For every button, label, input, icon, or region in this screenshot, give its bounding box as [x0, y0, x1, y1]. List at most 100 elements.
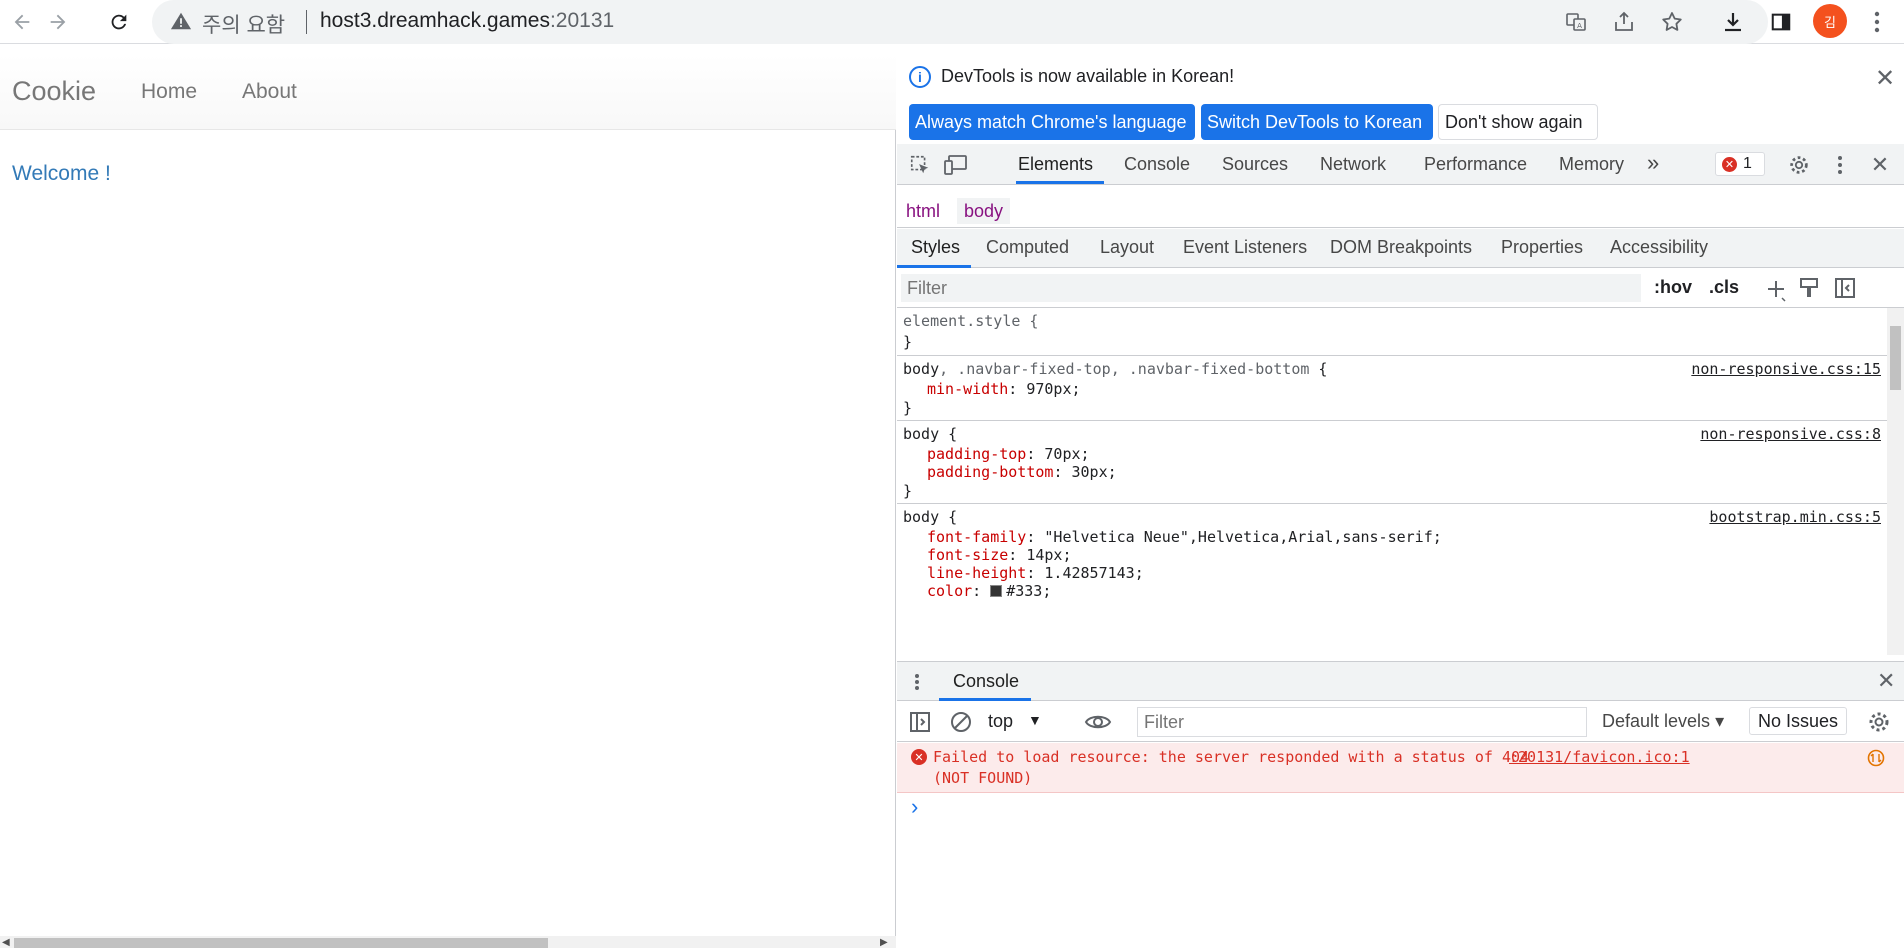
context-dropdown-icon[interactable]: ▼: [1028, 712, 1042, 728]
not-secure-warning-icon[interactable]: [170, 10, 192, 32]
style-rule-element-style[interactable]: element.style { }: [897, 308, 1887, 356]
browser-toolbar: 주의 요함 host3.dreamhack.games:20131 A 김: [0, 0, 1904, 44]
context-selector[interactable]: top: [988, 711, 1013, 732]
log-levels-dropdown[interactable]: Default levels ▾: [1602, 711, 1724, 732]
rule-close-brace: }: [903, 333, 913, 351]
share-icon[interactable]: [1612, 10, 1636, 34]
omnibox-separator: [306, 10, 307, 34]
back-button[interactable]: [6, 6, 38, 38]
style-rule[interactable]: body { bootstrap.min.css:5 font-family: …: [897, 504, 1887, 655]
style-rule[interactable]: body, .navbar-fixed-top, .navbar-fixed-b…: [897, 356, 1887, 421]
toggle-cls-button[interactable]: .cls: [1709, 277, 1739, 298]
scroll-left-icon[interactable]: ◀: [2, 937, 10, 948]
subtab-accessibility[interactable]: Accessibility: [1610, 237, 1708, 258]
css-declaration[interactable]: min-width: 970px;: [927, 380, 1081, 398]
close-drawer-icon[interactable]: ✕: [1877, 668, 1895, 694]
address-bar[interactable]: 주의 요함 host3.dreamhack.games:20131 A: [152, 0, 1768, 44]
inspect-icon: [910, 155, 929, 174]
horizontal-scrollbar[interactable]: ◀ ▶: [0, 936, 896, 948]
rule-selector: body, .navbar-fixed-top, .navbar-fixed-b…: [903, 360, 1328, 378]
breadcrumb-body[interactable]: body: [957, 198, 1011, 224]
reload-icon: [111, 14, 127, 30]
close-devtools-icon[interactable]: ✕: [1867, 152, 1893, 178]
dom-breadcrumb: html body: [897, 192, 1904, 228]
styles-vertical-scrollbar[interactable]: [1887, 308, 1904, 655]
dont-show-again-button[interactable]: Don't show again: [1438, 104, 1598, 140]
always-match-language-button[interactable]: Always match Chrome's language: [909, 104, 1195, 140]
side-panel-button[interactable]: [1767, 8, 1795, 36]
new-style-rule-icon[interactable]: [1764, 278, 1788, 302]
css-declaration[interactable]: color: #333;: [927, 582, 1051, 600]
back-arrow-icon: [14, 14, 30, 30]
drawer-menu-icon[interactable]: [914, 673, 920, 691]
devtools-settings-button[interactable]: [1786, 152, 1812, 178]
css-declaration[interactable]: font-size: 14px;: [927, 546, 1072, 564]
subtab-properties[interactable]: Properties: [1501, 237, 1583, 258]
chrome-menu-button[interactable]: [1863, 8, 1891, 36]
translate-icon[interactable]: A: [1564, 10, 1588, 34]
switch-to-korean-button[interactable]: Switch DevTools to Korean: [1201, 104, 1433, 140]
css-declaration[interactable]: padding-bottom: 30px;: [927, 463, 1117, 481]
paint-brush-icon[interactable]: [1799, 277, 1819, 299]
tab-console[interactable]: Console: [1124, 154, 1190, 175]
rule-source-link[interactable]: non-responsive.css:15: [1691, 360, 1881, 378]
clear-console-icon[interactable]: [949, 710, 973, 734]
live-expression-eye-icon[interactable]: [1084, 712, 1112, 732]
styles-filter-input[interactable]: [901, 274, 1641, 302]
css-declaration[interactable]: font-family: "Helvetica Neue",Helvetica,…: [927, 528, 1442, 546]
url-text[interactable]: host3.dreamhack.games:20131: [320, 9, 614, 33]
tab-sources[interactable]: Sources: [1222, 154, 1288, 175]
tab-network[interactable]: Network: [1320, 154, 1386, 175]
infobar-close-icon[interactable]: ✕: [1875, 64, 1895, 93]
scrollbar-thumb[interactable]: [14, 938, 548, 948]
css-declaration[interactable]: padding-top: 70px;: [927, 445, 1090, 463]
navbar-brand[interactable]: Cookie: [12, 76, 96, 107]
devtools-main-tabbar: Elements Console Sources Network Perform…: [897, 144, 1904, 185]
nav-link-about[interactable]: About: [242, 80, 297, 104]
forward-button[interactable]: [42, 6, 74, 38]
css-declaration[interactable]: line-height: 1.42857143;: [927, 564, 1144, 582]
error-icon: ✕: [1722, 156, 1737, 172]
device-toolbar-button[interactable]: [943, 152, 969, 178]
rule-source-link[interactable]: non-responsive.css:8: [1700, 425, 1881, 443]
show-sidebar-icon[interactable]: [909, 711, 931, 733]
toggle-hov-button[interactable]: :hov: [1654, 277, 1692, 298]
network-request-icon[interactable]: [1867, 749, 1885, 767]
style-rule[interactable]: body { non-responsive.css:8 padding-top:…: [897, 421, 1887, 504]
tab-performance[interactable]: Performance: [1424, 154, 1527, 175]
security-status-text[interactable]: 주의 요함: [202, 9, 285, 39]
console-prompt-icon[interactable]: ›: [911, 794, 918, 820]
error-icon: ✕: [911, 749, 927, 765]
downloads-button[interactable]: [1719, 8, 1747, 36]
subtab-computed[interactable]: Computed: [986, 237, 1069, 258]
console-settings-gear-icon[interactable]: [1867, 710, 1891, 734]
scrollbar-thumb[interactable]: [1890, 326, 1901, 390]
reload-button[interactable]: [103, 6, 135, 38]
drawer-tab-console[interactable]: Console: [953, 671, 1019, 692]
device-icon: [944, 155, 967, 175]
bookmark-star-icon[interactable]: [1660, 10, 1684, 34]
devtools-menu-button[interactable]: [1827, 152, 1853, 178]
tab-memory[interactable]: Memory: [1559, 154, 1624, 175]
error-count-badge[interactable]: ✕ 1: [1715, 152, 1765, 176]
tab-elements[interactable]: Elements: [1018, 154, 1093, 175]
rule-source-link[interactable]: bootstrap.min.css:5: [1709, 508, 1881, 526]
toggle-computed-sidebar-icon[interactable]: [1834, 277, 1856, 299]
drawer-active-tab-indicator: [939, 698, 1031, 701]
profile-avatar[interactable]: 김: [1813, 4, 1847, 38]
breadcrumb-html[interactable]: html: [899, 198, 947, 224]
console-filter-input[interactable]: [1137, 707, 1587, 737]
scroll-right-icon[interactable]: ▶: [880, 937, 888, 948]
nav-link-home[interactable]: Home: [141, 80, 197, 104]
more-tabs-icon[interactable]: »: [1647, 150, 1659, 176]
color-swatch-icon[interactable]: [990, 585, 1003, 597]
error-source-link[interactable]: :20131/favicon.ico:1: [1509, 748, 1690, 766]
inspect-element-button[interactable]: [907, 152, 933, 178]
subtab-dom-breakpoints[interactable]: DOM Breakpoints: [1330, 237, 1472, 258]
subtab-event-listeners[interactable]: Event Listeners: [1183, 237, 1307, 258]
info-icon: i: [909, 66, 931, 88]
issues-button[interactable]: No Issues: [1749, 707, 1848, 735]
rule-selector: element.style {: [903, 312, 1039, 330]
subtab-layout[interactable]: Layout: [1100, 237, 1154, 258]
subtab-styles[interactable]: Styles: [911, 237, 960, 258]
